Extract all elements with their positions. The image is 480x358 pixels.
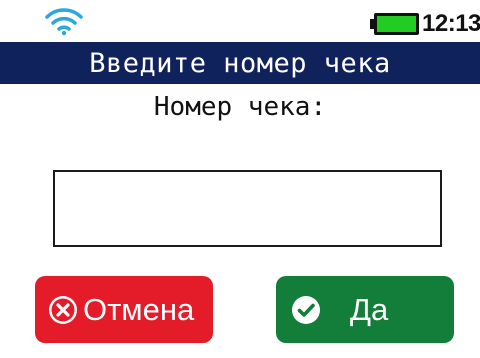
cancel-button[interactable]: Отмена <box>35 276 213 343</box>
page-title-label: Введите номер чека <box>89 47 391 79</box>
cancel-button-label: Отмена <box>83 291 195 327</box>
receipt-number-label: Номер чека: <box>153 92 327 122</box>
battery-icon <box>370 13 419 35</box>
wifi-icon <box>45 8 83 36</box>
ok-button[interactable]: Да <box>276 276 454 343</box>
status-bar: 12:13 <box>0 0 480 42</box>
ok-button-label: Да <box>350 291 389 327</box>
clock: 12:13 <box>422 10 480 37</box>
receipt-number-input[interactable] <box>53 170 442 247</box>
page-title: Введите номер чека <box>0 42 480 84</box>
check-circle-icon <box>292 295 320 324</box>
close-circle-icon <box>49 295 77 324</box>
